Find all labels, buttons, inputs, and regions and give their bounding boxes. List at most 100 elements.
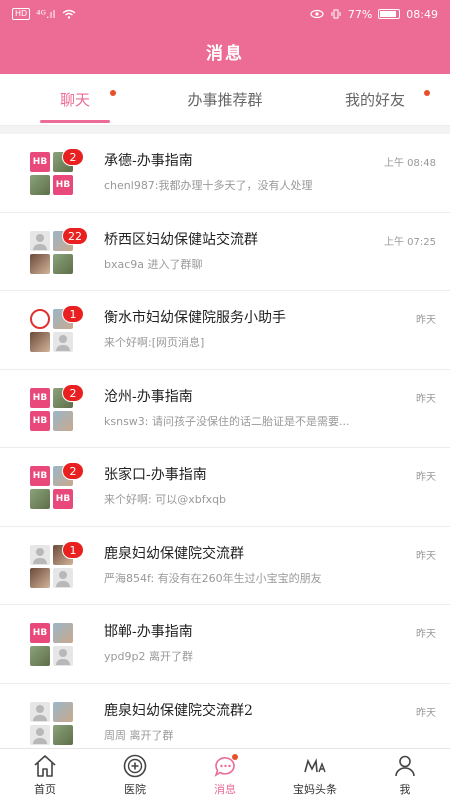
tab-recommended-groups[interactable]: 办事推荐群 <box>150 74 300 125</box>
divider <box>0 126 450 134</box>
hd-indicator: HD <box>12 8 31 20</box>
member-avatar <box>53 410 73 431</box>
chat-row[interactable]: HB HB 2 张家口-办事指南来个好啊: 可以@xbfxqb 昨天 <box>0 448 450 527</box>
hb-logo-icon: HB <box>53 175 73 195</box>
chat-last-message: 严海854f: 有没有在260年生过小宝宝的朋友 <box>104 571 322 585</box>
tab-chat[interactable]: 聊天 <box>0 74 150 125</box>
chat-timestamp: 昨天 <box>416 629 436 640</box>
default-avatar-icon <box>30 724 50 745</box>
chat-timestamp: 上午 08:48 <box>384 158 436 169</box>
hb-logo-icon: HB <box>30 387 50 408</box>
member-avatar <box>53 701 73 722</box>
unread-badge: 1 <box>62 305 84 323</box>
nav-home[interactable]: 首页 <box>0 749 90 800</box>
chat-last-message: 来个好啊:[网页消息] <box>104 336 205 349</box>
status-left: HD ⁴ᴳ.ıl <box>12 8 76 21</box>
member-avatar <box>30 489 50 509</box>
chat-last-message: chenl987:我都办理十多天了，没有人处理 <box>104 179 313 192</box>
hb-logo-icon: HB <box>30 410 50 431</box>
chat-title: 衡水市妇幼保健院服务小助手 <box>104 310 286 326</box>
chat-row[interactable]: 鹿泉妇幼保健院交流群2 周周 离开了群 昨天 <box>0 684 450 749</box>
chat-row[interactable]: 22 桥西区妇幼保健站交流群 bxac9a 进入了群聊 上午 07:25 <box>0 213 450 291</box>
tab-chat-label: 聊天 <box>59 91 90 109</box>
chat-timestamp: 昨天 <box>416 707 436 719</box>
chat-row[interactable]: 1 衡水市妇幼保健院服务小助手 来个好啊:[网页消息] 昨天 <box>0 291 450 370</box>
chat-title: 张家口-办事指南 <box>104 467 207 483</box>
nav-hospital[interactable]: 医院 <box>90 749 180 800</box>
nav-hospital-label: 医院 <box>124 782 146 796</box>
seal-logo-icon <box>30 309 50 329</box>
nav-messages[interactable]: 消息 <box>180 749 270 800</box>
nav-headlines[interactable]: 宝妈头条 <box>270 749 360 800</box>
chat-row[interactable]: 1 鹿泉妇幼保健院交流群严海854f: 有没有在260年生过小宝宝的朋友 昨天 <box>0 527 450 605</box>
tab-my-friends-dot <box>424 90 430 96</box>
member-avatar <box>30 567 50 588</box>
clock: 08:49 <box>406 7 438 21</box>
default-avatar-icon <box>30 230 50 251</box>
nav-me-label: 我 <box>399 782 411 796</box>
tab-my-friends[interactable]: 我的好友 <box>300 74 450 125</box>
tab-recommended-groups-label: 办事推荐群 <box>187 91 263 109</box>
tab-chat-dot <box>110 90 116 96</box>
battery-percent: 77% <box>347 7 373 21</box>
ma-icon <box>304 757 326 772</box>
member-avatar <box>30 253 50 274</box>
unread-badge: 2 <box>62 148 84 166</box>
nav-messages-label: 消息 <box>214 782 236 796</box>
chat-timestamp: 昨天 <box>416 315 436 326</box>
status-right: 77% 08:49 <box>310 8 438 21</box>
tab-bar: 聊天 办事推荐群 我的好友 <box>0 74 450 126</box>
page-title: 消息 <box>0 28 450 74</box>
member-avatar <box>30 332 50 352</box>
chat-title: 鹿泉妇幼保健院交流群 <box>104 545 244 562</box>
chat-title: 桥西区妇幼保健站交流群 <box>104 231 258 248</box>
unread-badge: 2 <box>62 462 84 480</box>
chat-last-message: 来个好啊: 可以@xbfxqb <box>104 493 227 506</box>
default-avatar-icon <box>30 701 50 722</box>
default-avatar-icon <box>53 332 73 352</box>
hb-logo-icon: HB <box>30 152 50 172</box>
unread-badge: 2 <box>62 383 84 402</box>
chat-row[interactable]: HB HB 2 沧州-办事指南 ksnsw3: 请问孩子没保住的话二胎证是不是需要...… <box>0 370 450 448</box>
bottom-nav: 首页 医院 消息 宝妈头条 我 <box>0 748 450 800</box>
chat-title: 承德-办事指南 <box>104 153 193 169</box>
member-avatar <box>30 175 50 195</box>
wifi-icon <box>62 9 76 19</box>
nav-home-label: 首页 <box>34 782 56 796</box>
hb-logo-icon: HB <box>30 623 50 643</box>
nav-headlines-label: 宝妈头条 <box>293 782 337 796</box>
user-icon <box>395 755 415 776</box>
unread-badge: 22 <box>62 226 88 245</box>
hb-logo-icon: HB <box>53 489 73 509</box>
chat-last-message: ypd9p2 离开了群 <box>104 650 193 663</box>
chat-list[interactable]: HB HB 2 承德-办事指南 chenl987:我都办理十多天了，没有人处理 上午 08… <box>0 134 450 748</box>
chat-title: 鹿泉妇幼保健院交流群2 <box>104 702 253 719</box>
chat-row[interactable]: HB HB 2 承德-办事指南 chenl987:我都办理十多天了，没有人处理 上午 08… <box>0 134 450 213</box>
eye-icon <box>310 9 324 19</box>
home-icon <box>34 754 56 777</box>
nav-me[interactable]: 我 <box>360 749 450 800</box>
tab-my-friends-label: 我的好友 <box>344 91 405 109</box>
member-avatar <box>53 253 73 274</box>
nav-messages-dot <box>232 754 238 760</box>
hb-logo-icon: HB <box>30 466 50 486</box>
unread-badge: 1 <box>62 540 84 559</box>
status-bar: HD ⁴ᴳ.ıl 77% 08:49 <box>0 0 450 28</box>
chat-last-message: ksnsw3: 请问孩子没保住的话二胎证是不是需要... <box>104 414 350 428</box>
battery-icon <box>378 9 401 19</box>
chat-title: 沧州-办事指南 <box>104 388 193 405</box>
signal-icon: ⁴ᴳ.ıl <box>36 7 56 21</box>
member-avatar <box>30 646 50 666</box>
default-avatar-icon <box>30 544 50 565</box>
chat-last-message: 周周 离开了群 <box>104 728 174 742</box>
chat-timestamp: 昨天 <box>416 550 436 562</box>
chat-timestamp: 昨天 <box>416 393 436 405</box>
chat-row[interactable]: HB 邯郸-办事指南 ypd9p2 离开了群 昨天 <box>0 605 450 684</box>
group-avatar <box>30 701 74 746</box>
chat-timestamp: 昨天 <box>416 472 436 483</box>
member-avatar <box>53 724 73 745</box>
chat-last-message: bxac9a 进入了群聊 <box>104 257 203 271</box>
hospital-icon <box>123 754 147 777</box>
chat-title: 邯郸-办事指南 <box>104 624 193 640</box>
chat-timestamp: 上午 07:25 <box>384 236 436 248</box>
